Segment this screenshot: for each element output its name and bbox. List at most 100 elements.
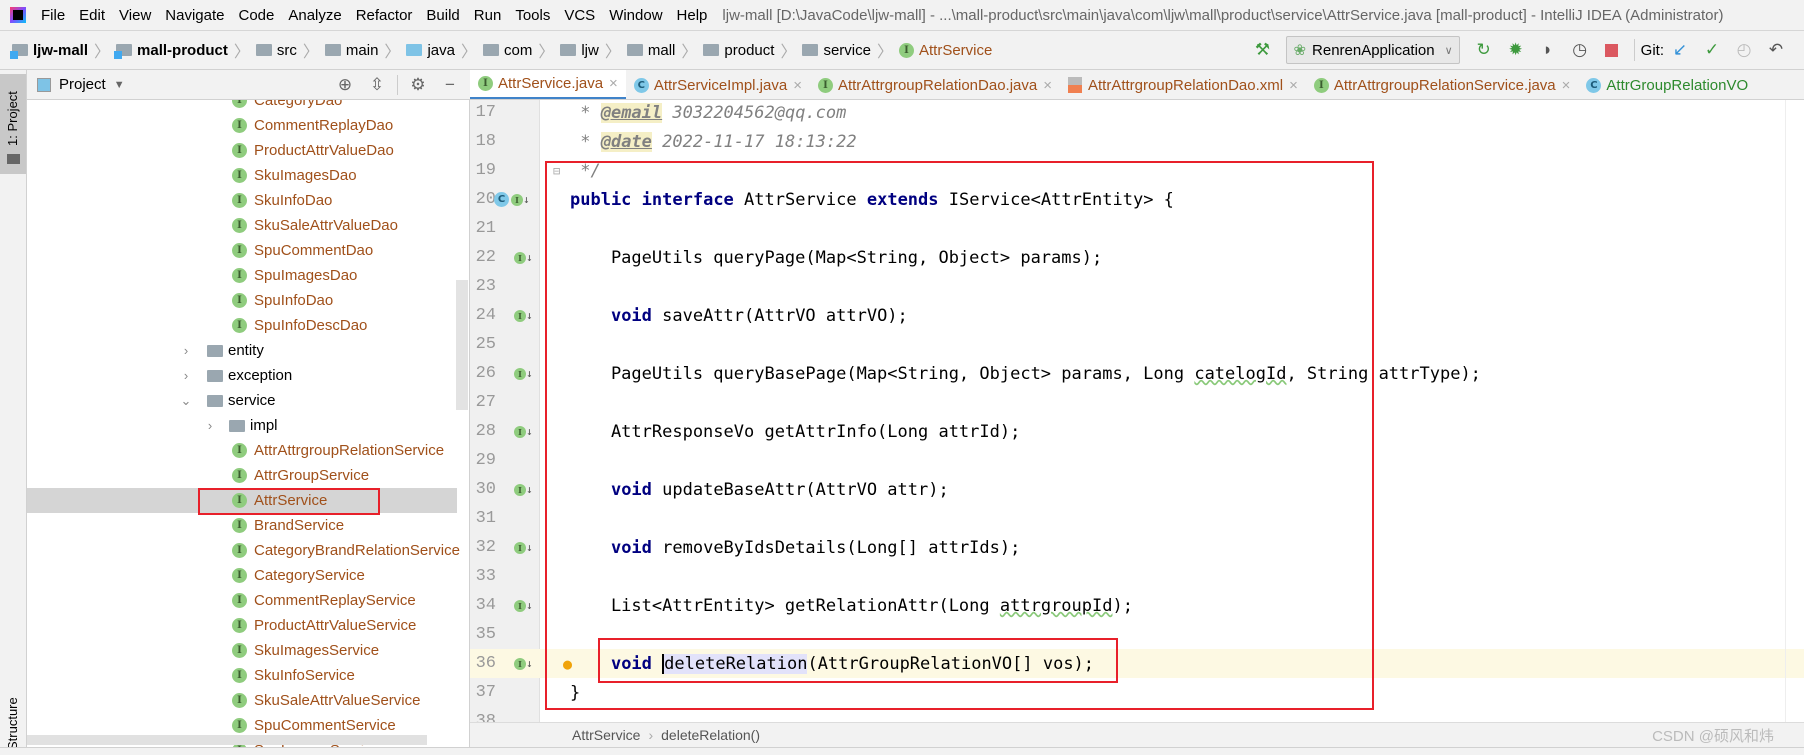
code-line[interactable]: 37}: [470, 678, 1804, 707]
breadcrumb-item-class[interactable]: AttrService: [572, 727, 640, 743]
code-line[interactable]: 23: [470, 272, 1804, 301]
code-line[interactable]: 30 I ↓ void updateBaseAttr(AttrVO attr);: [470, 475, 1804, 504]
close-tab-icon[interactable]: ×: [1289, 77, 1298, 94]
menu-vcs[interactable]: VCS: [557, 7, 602, 24]
interface-implemented-icon[interactable]: I: [514, 657, 526, 670]
breadcrumb-java[interactable]: java 〉: [400, 38, 477, 62]
code-line[interactable]: 18 * @date 2022-11-17 18:13:22: [470, 127, 1804, 156]
menu-edit[interactable]: Edit: [72, 7, 112, 24]
breadcrumb-src[interactable]: src 〉: [250, 38, 319, 62]
git-history-clock-icon[interactable]: ◴: [1730, 36, 1758, 64]
code-line[interactable]: 29: [470, 446, 1804, 475]
code-line[interactable]: 31: [470, 504, 1804, 533]
tree-vertical-scrollbar[interactable]: [456, 280, 468, 410]
menu-help[interactable]: Help: [670, 7, 715, 24]
breadcrumb-ljw[interactable]: ljw 〉: [554, 38, 621, 62]
profiler-icon[interactable]: ◷: [1566, 36, 1594, 64]
chevron-down-icon[interactable]: ▼: [114, 79, 125, 91]
gutter-icons[interactable]: I ↓: [514, 367, 533, 380]
tree-item-spuimagesdao[interactable]: I SpuImagesDao: [27, 263, 457, 288]
gutter-icons[interactable]: I ↓: [514, 541, 533, 554]
tree-item-productattrvalueservice[interactable]: I ProductAttrValueService: [27, 613, 457, 638]
code-line[interactable]: 20 C I ↓ public interface AttrService extend…: [470, 185, 1804, 214]
gear-icon[interactable]: ⚙: [404, 71, 432, 99]
code-line[interactable]: 36 I ↓ ● void deleteRelation(AttrGroupRelat…: [470, 649, 1804, 678]
gutter-icons[interactable]: C I ↓: [494, 192, 530, 207]
gutter-icons[interactable]: I ↓: [514, 657, 533, 670]
tab-attrserviceimpl-java[interactable]: C AttrServiceImpl.java ×: [626, 70, 810, 99]
breadcrumb-com[interactable]: com 〉: [477, 38, 554, 62]
chevron-down-icon[interactable]: ⌄: [179, 393, 193, 409]
gutter-icons[interactable]: I ↓: [514, 425, 533, 438]
code-line[interactable]: 21: [470, 214, 1804, 243]
close-tab-icon[interactable]: ×: [1562, 77, 1571, 94]
tree-item-impl[interactable]: › impl: [27, 413, 457, 438]
locate-crosshair-icon[interactable]: ⊕: [331, 71, 359, 99]
code-editor[interactable]: 17 * @email 3032204562@qq.com 18 * @date …: [470, 98, 1804, 722]
tree-item-spucommentdao[interactable]: I SpuCommentDao: [27, 238, 457, 263]
breadcrumb-mall[interactable]: mall 〉: [621, 38, 697, 62]
breadcrumb-ljw-mall[interactable]: ljw-mall 〉: [6, 38, 110, 62]
close-tab-icon[interactable]: ×: [793, 77, 802, 94]
interface-implemented-icon[interactable]: I: [511, 193, 523, 206]
interface-implemented-icon[interactable]: I: [514, 425, 526, 438]
code-line[interactable]: 17 * @email 3032204562@qq.com: [470, 98, 1804, 127]
code-line[interactable]: 32 I ↓ void removeByIdsDetails(Long[] attr…: [470, 533, 1804, 562]
tree-item-categorybrandrelationservice[interactable]: I CategoryBrandRelationService: [27, 538, 460, 563]
tree-item-brandservice[interactable]: I BrandService: [27, 513, 457, 538]
code-line[interactable]: 27: [470, 388, 1804, 417]
tree-item-attrgroupservice[interactable]: I AttrGroupService: [27, 463, 457, 488]
tree-item-skuimagesdao[interactable]: I SkuImagesDao: [27, 163, 457, 188]
project-view-selector[interactable]: Project: [59, 76, 106, 93]
code-line[interactable]: 26 I ↓ PageUtils queryBasePage(Map<String,…: [470, 359, 1804, 388]
project-tool-button[interactable]: 1: Project: [0, 74, 26, 174]
hide-minus-icon[interactable]: −: [436, 71, 464, 99]
menu-view[interactable]: View: [112, 7, 158, 24]
menu-tools[interactable]: Tools: [508, 7, 557, 24]
editor-vertical-scrollbar[interactable]: [1785, 100, 1804, 722]
tree-item-skuinfoservice[interactable]: I SkuInfoService: [27, 663, 457, 688]
menu-window[interactable]: Window: [602, 7, 669, 24]
breadcrumb-mall-product[interactable]: mall-product 〉: [110, 38, 250, 62]
git-update-arrow-icon[interactable]: ↙: [1666, 36, 1694, 64]
tree-item-productattrvaluedao[interactable]: I ProductAttrValueDao: [27, 138, 457, 163]
chevron-right-icon[interactable]: ›: [179, 343, 193, 358]
interface-implemented-icon[interactable]: I: [514, 483, 526, 496]
gutter-icons[interactable]: I ↓: [514, 309, 533, 322]
tree-item-skusaleattrvalueservice[interactable]: I SkuSaleAttrValueService: [27, 688, 457, 713]
code-line[interactable]: 33: [470, 562, 1804, 591]
tree-item-skuinfodao[interactable]: I SkuInfoDao: [27, 188, 457, 213]
tree-item-attrservice[interactable]: I AttrService: [27, 488, 457, 513]
chevron-right-icon[interactable]: ›: [203, 418, 217, 433]
menu-analyze[interactable]: Analyze: [281, 7, 348, 24]
menu-code[interactable]: Code: [231, 7, 281, 24]
tree-item-attrattrgrouprelationservice[interactable]: I AttrAttrgroupRelationService: [27, 438, 457, 463]
breadcrumb-service[interactable]: service 〉: [796, 38, 893, 62]
tree-item-exception[interactable]: › exception: [27, 363, 457, 388]
breadcrumb-main[interactable]: main 〉: [319, 38, 400, 62]
code-line[interactable]: 34 I ↓ List<AttrEntity> getRelationAttr(Lo…: [470, 591, 1804, 620]
close-tab-icon[interactable]: ×: [609, 75, 618, 92]
menu-refactor[interactable]: Refactor: [349, 7, 420, 24]
code-line[interactable]: 22 I ↓ PageUtils queryPage(Map<String, Obj…: [470, 243, 1804, 272]
tree-item-skuimagesservice[interactable]: I SkuImagesService: [27, 638, 457, 663]
interface-implemented-icon[interactable]: I: [514, 541, 526, 554]
code-line[interactable]: 35: [470, 620, 1804, 649]
code-line[interactable]: 28 I ↓ AttrResponseVo getAttrInfo(Long att…: [470, 417, 1804, 446]
gutter-icons[interactable]: I ↓: [514, 599, 533, 612]
breadcrumb-product[interactable]: product 〉: [697, 38, 796, 62]
tree-item-spuinfodescdao[interactable]: I SpuInfoDescDao: [27, 313, 457, 338]
tree-item-service[interactable]: ⌄ service: [27, 388, 457, 413]
tab-attrattrgrouprelationdao-xml[interactable]: AttrAttrgroupRelationDao.xml ×: [1060, 70, 1306, 99]
debug-bug-icon[interactable]: ✹: [1502, 36, 1530, 64]
menu-run[interactable]: Run: [467, 7, 509, 24]
interface-implemented-icon[interactable]: I: [514, 367, 526, 380]
code-line[interactable]: 19 ⊟ */: [470, 156, 1804, 185]
collapse-all-icon[interactable]: ⇳: [363, 71, 391, 99]
tree-item-categoryservice[interactable]: I CategoryService: [27, 563, 457, 588]
gutter-icons[interactable]: I ↓: [514, 483, 533, 496]
git-commit-check-icon[interactable]: ✓: [1698, 36, 1726, 64]
gutter-icons[interactable]: I ↓: [514, 251, 533, 264]
tree-horizontal-scrollbar[interactable]: [27, 735, 427, 745]
run-configuration-dropdown[interactable]: ❀ RenrenApplication ∨: [1286, 36, 1460, 64]
